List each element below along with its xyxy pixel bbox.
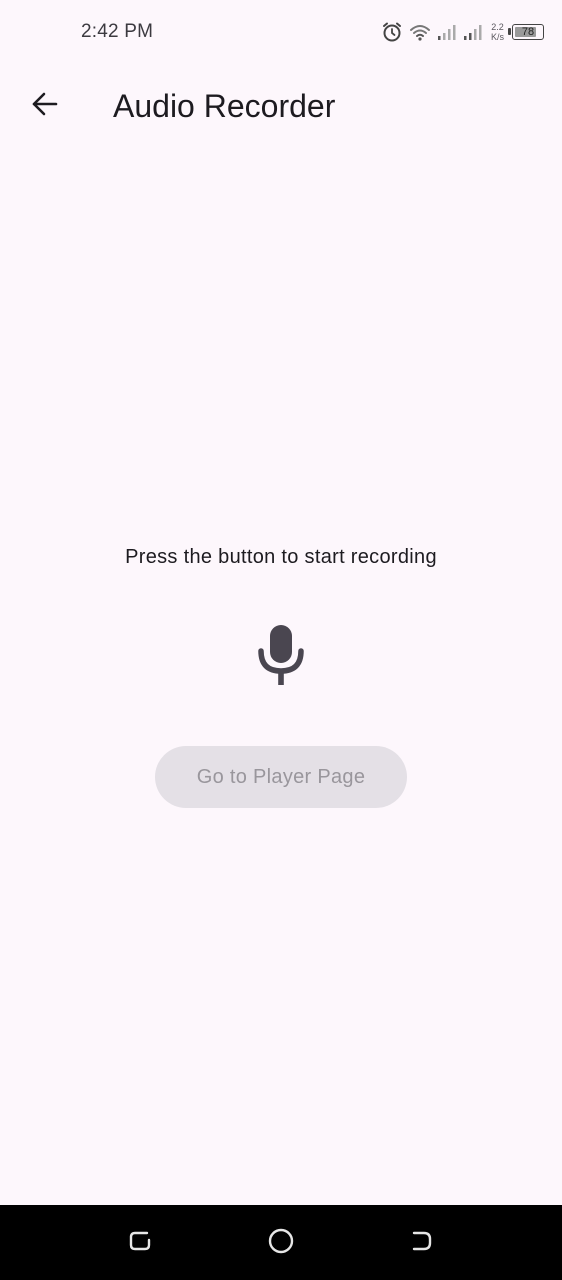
page-title: Audio Recorder <box>113 88 336 124</box>
alarm-icon <box>381 21 403 43</box>
navigation-bar <box>0 1205 562 1280</box>
battery-icon: 78 <box>508 24 544 40</box>
recent-apps-icon <box>127 1228 153 1259</box>
network-speed: 2.2 K/s <box>491 22 504 42</box>
go-to-player-button[interactable]: Go to Player Page <box>155 746 407 808</box>
app-bar: Audio Recorder <box>0 62 562 148</box>
back-icon <box>408 1228 434 1259</box>
microphone-icon <box>257 623 305 692</box>
status-time: 2:42 PM <box>81 21 154 42</box>
home-button[interactable] <box>265 1227 297 1259</box>
back-button[interactable] <box>20 82 68 130</box>
recorder-content: Press the button to start recording Go t… <box>0 540 562 808</box>
arrow-left-icon <box>30 90 58 123</box>
status-icons: 2.2 K/s 78 <box>381 18 544 46</box>
home-icon <box>267 1227 295 1260</box>
network-speed-value: 2.2 <box>491 22 504 32</box>
recording-prompt: Press the button to start recording <box>125 546 437 568</box>
back-nav-button[interactable] <box>405 1227 437 1259</box>
battery-level: 78 <box>521 25 535 38</box>
record-button[interactable] <box>249 622 313 692</box>
status-bar: 2:42 PM 2.2 K/s 78 <box>0 0 562 62</box>
network-speed-unit: K/s <box>490 32 504 42</box>
recent-apps-button[interactable] <box>124 1227 156 1259</box>
signal-icon-2 <box>463 23 483 41</box>
signal-icon-1 <box>437 23 457 41</box>
wifi-icon <box>409 22 431 42</box>
